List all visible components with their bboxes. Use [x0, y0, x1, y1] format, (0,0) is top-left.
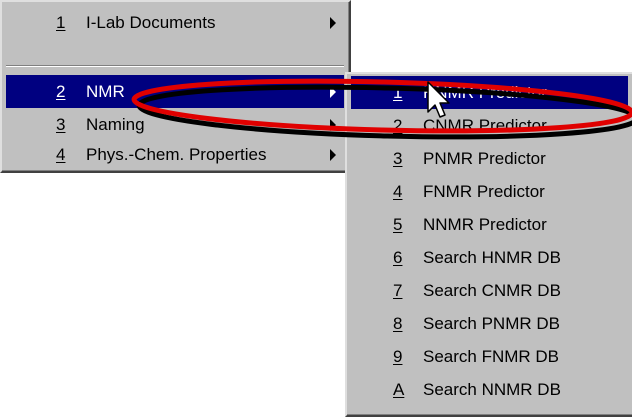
submenu-arrow-icon — [330, 149, 336, 161]
submenu-item-search-nnmr-db[interactable]: A Search NNMR DB — [351, 373, 628, 406]
submenu-arrow-icon — [330, 17, 336, 29]
submenu-item-fnmr-predictor[interactable]: 4 FNMR Predictor — [351, 175, 628, 208]
menu-item-mnemonic: 2 — [56, 82, 66, 101]
menu-separator — [6, 65, 344, 67]
submenu-item-pnmr-predictor[interactable]: 3 PNMR Predictor — [351, 142, 628, 175]
menu-item-mnemonic: 2 — [393, 116, 403, 135]
menu-item-mnemonic: 4 — [56, 145, 66, 164]
submenu-item-hnmr-predictor[interactable]: 1 HNMR Predictor — [351, 76, 628, 109]
menu-item-nmr[interactable]: 2 NMR — [6, 75, 344, 108]
menu-item-mnemonic: 8 — [393, 314, 403, 333]
menu-item-label: Phys.-Chem. Properties — [86, 145, 267, 164]
submenu-item-cnmr-predictor[interactable]: 2 CNMR Predictor — [351, 109, 628, 142]
nmr-submenu: 1 HNMR Predictor 2 CNMR Predictor 3 PNMR… — [345, 72, 632, 417]
menu-item-naming[interactable]: 3 Naming — [6, 108, 344, 141]
menu-item-phys-chem-properties[interactable]: 4 Phys.-Chem. Properties — [6, 141, 344, 169]
menu-item-i-lab-documents[interactable]: 1 I-Lab Documents — [6, 6, 344, 39]
menu-item-label: Search NNMR DB — [423, 380, 561, 399]
menu-item-mnemonic: 3 — [56, 115, 66, 134]
submenu-item-search-hnmr-db[interactable]: 6 Search HNMR DB — [351, 241, 628, 274]
menu-item-label: I-Lab Documents — [86, 13, 216, 32]
main-menu: 1 I-Lab Documents 2 NMR 3 Naming 4 Phys.… — [0, 0, 351, 173]
menu-item-label: Search HNMR DB — [423, 248, 561, 267]
menu-item-mnemonic: 4 — [393, 182, 403, 201]
submenu-item-nnmr-predictor[interactable]: 5 NNMR Predictor — [351, 208, 628, 241]
menu-item-label: Search PNMR DB — [423, 314, 560, 333]
submenu-item-search-fnmr-db[interactable]: 9 Search FNMR DB — [351, 340, 628, 373]
menu-item-label: NNMR Predictor — [423, 215, 547, 234]
submenu-arrow-icon — [330, 86, 336, 98]
menu-item-mnemonic: 5 — [393, 215, 403, 234]
submenu-arrow-icon — [330, 119, 336, 131]
menu-item-label: PNMR Predictor — [423, 149, 546, 168]
submenu-item-search-pnmr-db[interactable]: 8 Search PNMR DB — [351, 307, 628, 340]
menu-item-mnemonic: 7 — [393, 281, 403, 300]
menu-item-mnemonic: 3 — [393, 149, 403, 168]
menu-item-label: Search CNMR DB — [423, 281, 561, 300]
menu-item-label: Naming — [86, 115, 145, 134]
menu-item-mnemonic: 9 — [393, 347, 403, 366]
menu-item-mnemonic: A — [393, 380, 405, 399]
menu-item-label: NMR — [86, 82, 125, 101]
menu-item-mnemonic: 6 — [393, 248, 403, 267]
menu-item-label: FNMR Predictor — [423, 182, 545, 201]
submenu-item-search-cnmr-db[interactable]: 7 Search CNMR DB — [351, 274, 628, 307]
menu-item-mnemonic: 1 — [393, 83, 403, 102]
menu-item-mnemonic: 1 — [56, 13, 66, 32]
menu-item-label: CNMR Predictor — [423, 116, 547, 135]
menu-item-label: HNMR Predictor — [423, 83, 547, 102]
menu-item-label: Search FNMR DB — [423, 347, 560, 366]
